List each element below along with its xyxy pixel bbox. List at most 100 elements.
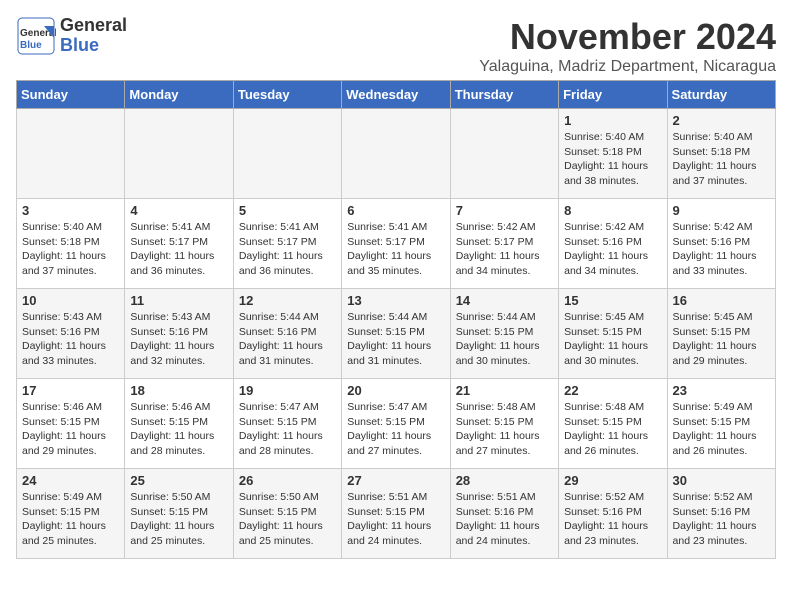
calendar-cell (342, 109, 450, 199)
calendar-cell: 4 Sunrise: 5:41 AM Sunset: 5:17 PM Daylig… (125, 199, 233, 289)
weekday-header: Sunday (17, 81, 125, 109)
weekday-header: Wednesday (342, 81, 450, 109)
day-number: 7 (456, 203, 553, 218)
location-title: Yalaguina, Madriz Department, Nicaragua (479, 58, 776, 76)
calendar-cell: 27Sunrise: 5:51 AM Sunset: 5:15 PM Dayli… (342, 469, 450, 559)
calendar-cell: 18Sunrise: 5:46 AM Sunset: 5:15 PM Dayli… (125, 379, 233, 469)
day-info: Sunrise: 5:50 AM Sunset: 5:15 PM Dayligh… (239, 490, 336, 549)
day-info: Sunrise: 5:48 AM Sunset: 5:15 PM Dayligh… (564, 400, 661, 459)
day-info: Sunrise: 5:44 AM Sunset: 5:16 PM Dayligh… (239, 310, 336, 369)
day-info: Sunrise: 5:43 AM Sunset: 5:16 PM Dayligh… (130, 310, 227, 369)
calendar-cell: 19 Sunrise: 5:47 AM Sunset: 5:15 PM Dayli… (233, 379, 341, 469)
day-number: 20 (347, 383, 444, 398)
day-number: 26 (239, 473, 336, 488)
day-info: Sunrise: 5:51 AM Sunset: 5:15 PM Dayligh… (347, 490, 444, 549)
logo: General Blue General Blue (16, 16, 127, 56)
logo-text: General Blue (60, 16, 127, 56)
day-number: 22 (564, 383, 661, 398)
calendar-cell: 3 Sunrise: 5:40 AM Sunset: 5:18 PM Daylig… (17, 199, 125, 289)
calendar-cell: 14 Sunrise: 5:44 AM Sunset: 5:15 PM Dayli… (450, 289, 558, 379)
day-number: 21 (456, 383, 553, 398)
calendar-cell: 6 Sunrise: 5:41 AM Sunset: 5:17 PM Daylig… (342, 199, 450, 289)
day-info: Sunrise: 5:47 AM Sunset: 5:15 PM Dayligh… (239, 400, 336, 459)
day-number: 12 (239, 293, 336, 308)
day-info: Sunrise: 5:41 AM Sunset: 5:17 PM Dayligh… (239, 220, 336, 279)
calendar-cell: 8Sunrise: 5:42 AM Sunset: 5:16 PM Daylig… (559, 199, 667, 289)
calendar-cell: 20Sunrise: 5:47 AM Sunset: 5:15 PM Dayli… (342, 379, 450, 469)
calendar-cell: 16 Sunrise: 5:45 AM Sunset: 5:15 PM Dayli… (667, 289, 775, 379)
day-number: 13 (347, 293, 444, 308)
day-number: 17 (22, 383, 119, 398)
calendar-cell: 28 Sunrise: 5:51 AM Sunset: 5:16 PM Dayli… (450, 469, 558, 559)
svg-text:Blue: Blue (20, 40, 42, 51)
weekday-header: Saturday (667, 81, 775, 109)
calendar-cell: 22 Sunrise: 5:48 AM Sunset: 5:15 PM Dayli… (559, 379, 667, 469)
calendar-week-row: 3 Sunrise: 5:40 AM Sunset: 5:18 PM Daylig… (17, 199, 776, 289)
day-info: Sunrise: 5:40 AM Sunset: 5:18 PM Dayligh… (673, 130, 770, 189)
weekday-header: Tuesday (233, 81, 341, 109)
calendar-cell: 26 Sunrise: 5:50 AM Sunset: 5:15 PM Dayli… (233, 469, 341, 559)
day-info: Sunrise: 5:49 AM Sunset: 5:15 PM Dayligh… (673, 400, 770, 459)
weekday-header: Monday (125, 81, 233, 109)
day-number: 2 (673, 113, 770, 128)
calendar-week-row: 1 Sunrise: 5:40 AM Sunset: 5:18 PM Daylig… (17, 109, 776, 199)
day-number: 16 (673, 293, 770, 308)
title-block: November 2024 Yalaguina, Madriz Departme… (479, 16, 776, 76)
day-info: Sunrise: 5:43 AM Sunset: 5:16 PM Dayligh… (22, 310, 119, 369)
calendar-cell: 2 Sunrise: 5:40 AM Sunset: 5:18 PM Daylig… (667, 109, 775, 199)
calendar-cell (450, 109, 558, 199)
day-info: Sunrise: 5:48 AM Sunset: 5:15 PM Dayligh… (456, 400, 553, 459)
day-number: 4 (130, 203, 227, 218)
calendar-cell: 12 Sunrise: 5:44 AM Sunset: 5:16 PM Dayli… (233, 289, 341, 379)
calendar-cell: 24 Sunrise: 5:49 AM Sunset: 5:15 PM Dayli… (17, 469, 125, 559)
day-info: Sunrise: 5:42 AM Sunset: 5:17 PM Dayligh… (456, 220, 553, 279)
calendar-cell: 11Sunrise: 5:43 AM Sunset: 5:16 PM Dayli… (125, 289, 233, 379)
day-number: 30 (673, 473, 770, 488)
calendar-week-row: 10 Sunrise: 5:43 AM Sunset: 5:16 PM Dayli… (17, 289, 776, 379)
day-info: Sunrise: 5:52 AM Sunset: 5:16 PM Dayligh… (673, 490, 770, 549)
day-number: 23 (673, 383, 770, 398)
day-info: Sunrise: 5:46 AM Sunset: 5:15 PM Dayligh… (22, 400, 119, 459)
day-info: Sunrise: 5:51 AM Sunset: 5:16 PM Dayligh… (456, 490, 553, 549)
calendar-cell (17, 109, 125, 199)
day-number: 9 (673, 203, 770, 218)
day-info: Sunrise: 5:41 AM Sunset: 5:17 PM Dayligh… (130, 220, 227, 279)
day-number: 18 (130, 383, 227, 398)
page-header: General Blue General Blue November 2024 … (16, 16, 776, 76)
day-info: Sunrise: 5:49 AM Sunset: 5:15 PM Dayligh… (22, 490, 119, 549)
calendar-cell: 25Sunrise: 5:50 AM Sunset: 5:15 PM Dayli… (125, 469, 233, 559)
day-number: 14 (456, 293, 553, 308)
day-number: 1 (564, 113, 661, 128)
day-info: Sunrise: 5:44 AM Sunset: 5:15 PM Dayligh… (456, 310, 553, 369)
day-info: Sunrise: 5:42 AM Sunset: 5:16 PM Dayligh… (564, 220, 661, 279)
calendar-week-row: 24 Sunrise: 5:49 AM Sunset: 5:15 PM Dayli… (17, 469, 776, 559)
day-number: 6 (347, 203, 444, 218)
logo-icon: General Blue (16, 16, 56, 56)
calendar-cell (233, 109, 341, 199)
day-info: Sunrise: 5:44 AM Sunset: 5:15 PM Dayligh… (347, 310, 444, 369)
day-number: 10 (22, 293, 119, 308)
day-number: 29 (564, 473, 661, 488)
day-number: 15 (564, 293, 661, 308)
day-number: 25 (130, 473, 227, 488)
day-info: Sunrise: 5:40 AM Sunset: 5:18 PM Dayligh… (564, 130, 661, 189)
day-info: Sunrise: 5:45 AM Sunset: 5:15 PM Dayligh… (673, 310, 770, 369)
calendar-table: SundayMondayTuesdayWednesdayThursdayFrid… (16, 80, 776, 559)
calendar-cell (125, 109, 233, 199)
day-info: Sunrise: 5:41 AM Sunset: 5:17 PM Dayligh… (347, 220, 444, 279)
day-info: Sunrise: 5:40 AM Sunset: 5:18 PM Dayligh… (22, 220, 119, 279)
calendar-cell: 9Sunrise: 5:42 AM Sunset: 5:16 PM Daylig… (667, 199, 775, 289)
day-number: 5 (239, 203, 336, 218)
weekday-header: Thursday (450, 81, 558, 109)
calendar-cell: 10 Sunrise: 5:43 AM Sunset: 5:16 PM Dayli… (17, 289, 125, 379)
calendar-cell: 21 Sunrise: 5:48 AM Sunset: 5:15 PM Dayli… (450, 379, 558, 469)
weekday-header: Friday (559, 81, 667, 109)
day-number: 28 (456, 473, 553, 488)
day-number: 24 (22, 473, 119, 488)
calendar-cell: 15 Sunrise: 5:45 AM Sunset: 5:15 PM Dayli… (559, 289, 667, 379)
calendar-cell: 5 Sunrise: 5:41 AM Sunset: 5:17 PM Daylig… (233, 199, 341, 289)
day-number: 19 (239, 383, 336, 398)
day-number: 3 (22, 203, 119, 218)
weekday-header-row: SundayMondayTuesdayWednesdayThursdayFrid… (17, 81, 776, 109)
day-info: Sunrise: 5:45 AM Sunset: 5:15 PM Dayligh… (564, 310, 661, 369)
